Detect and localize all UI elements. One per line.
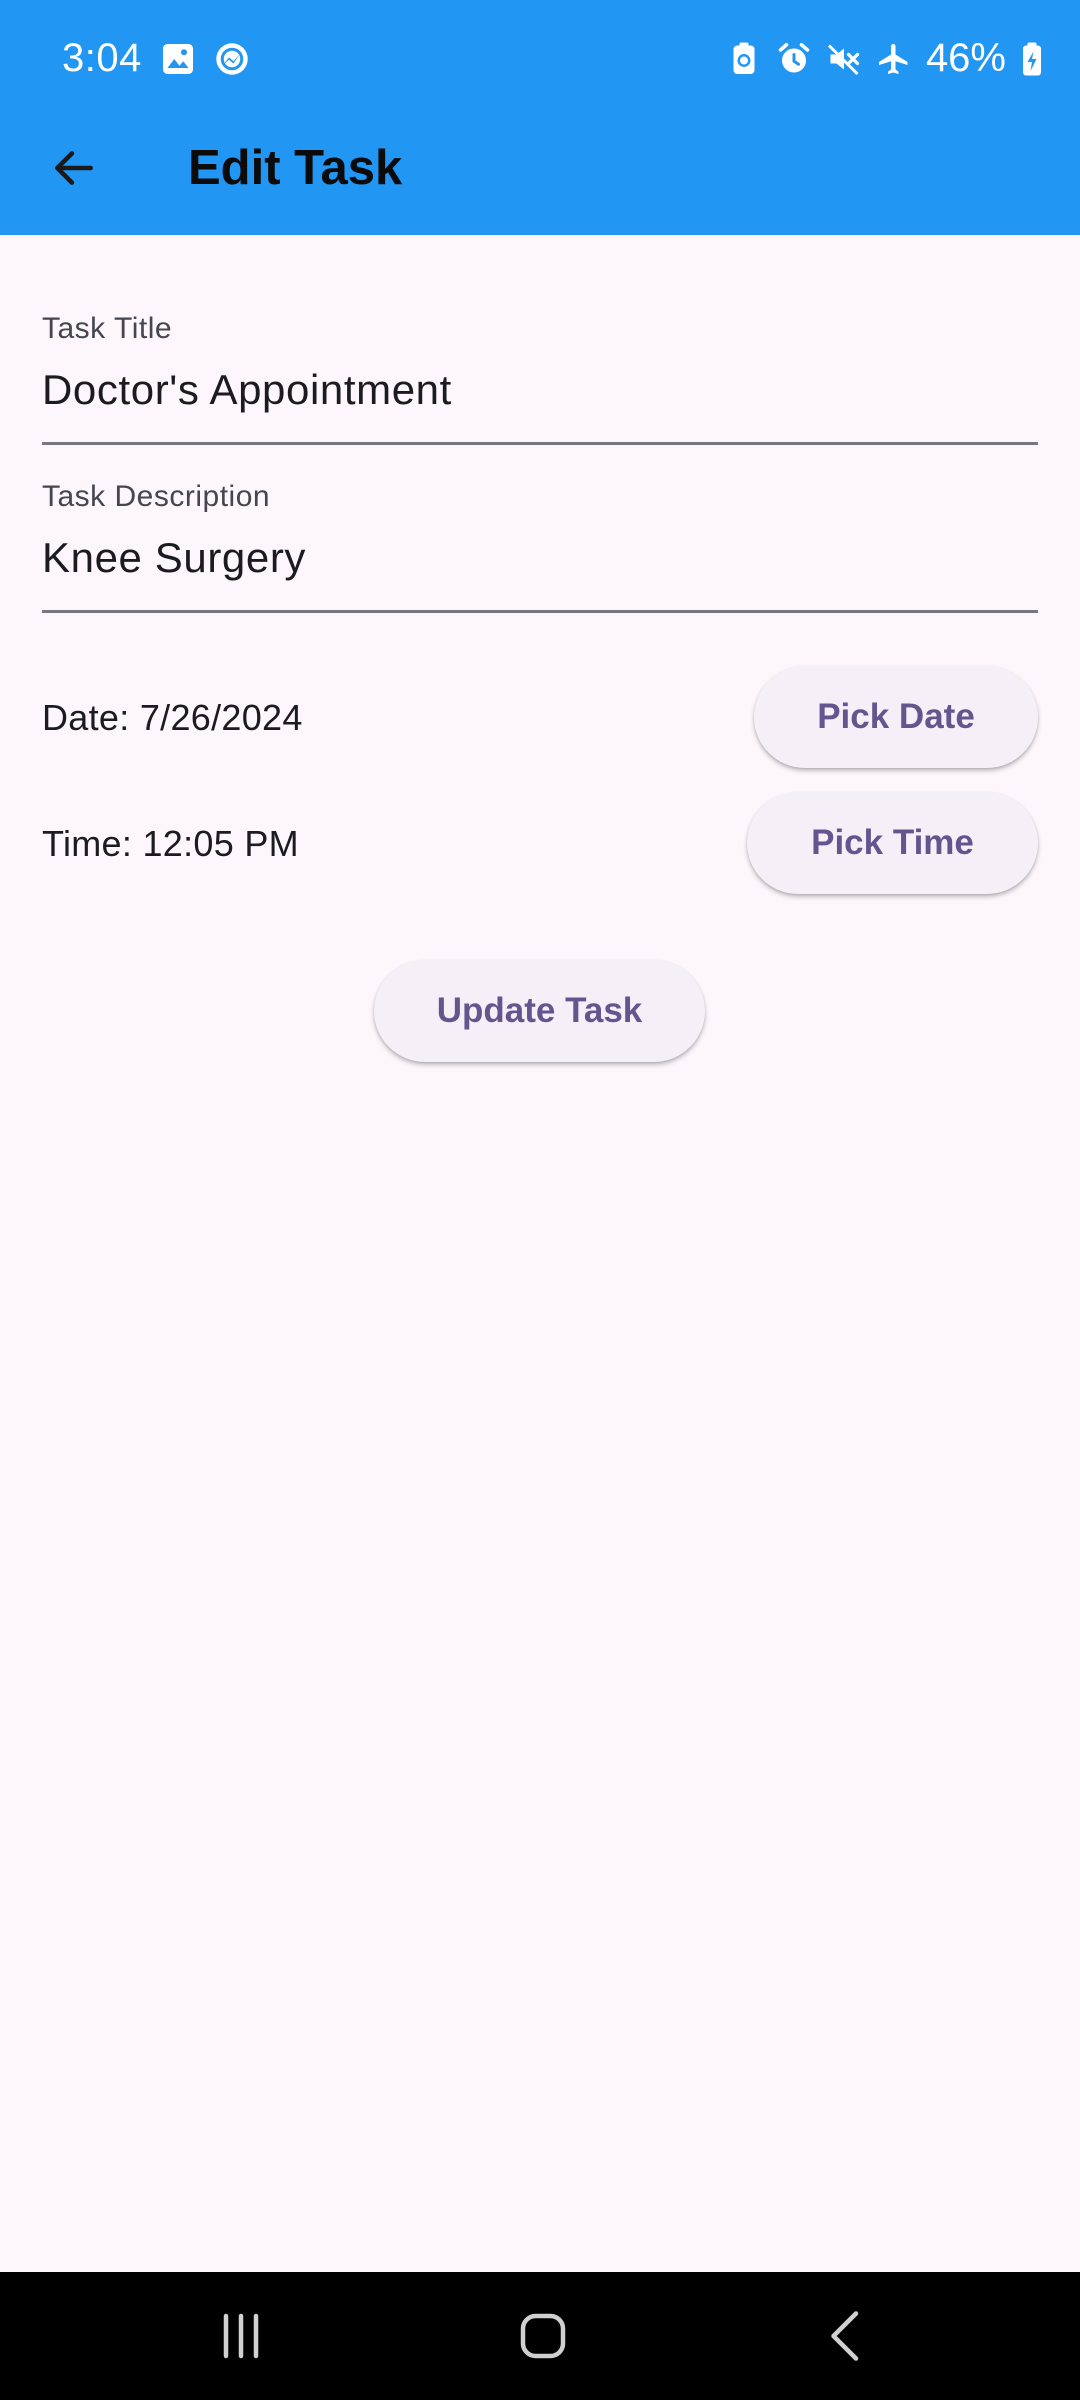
task-description-field[interactable]: Task Description bbox=[42, 480, 1038, 615]
messenger-icon bbox=[214, 41, 250, 77]
mute-icon bbox=[826, 41, 862, 77]
task-title-label: Task Title bbox=[42, 312, 173, 345]
back-icon bbox=[831, 2311, 859, 2361]
task-description-underline bbox=[42, 610, 1038, 613]
back-button[interactable] bbox=[40, 134, 108, 202]
page-title: Edit Task bbox=[188, 141, 403, 195]
app-bar: Edit Task bbox=[0, 120, 1080, 235]
status-time: 3:04 bbox=[62, 36, 142, 80]
recents-button[interactable] bbox=[191, 2296, 291, 2376]
airplane-icon bbox=[876, 41, 912, 77]
time-text: Time: 12:05 PM bbox=[42, 823, 299, 864]
system-nav-bar bbox=[0, 2272, 1080, 2400]
alarm-icon bbox=[776, 41, 812, 77]
system-back-button[interactable] bbox=[796, 2296, 896, 2376]
status-left: 3:04 bbox=[62, 36, 250, 81]
top-bar: 3:04 46% Edit Task bbox=[0, 0, 1080, 235]
pick-date-button[interactable]: Pick Date bbox=[754, 666, 1038, 768]
status-right: 46% bbox=[726, 36, 1044, 81]
recents-icon bbox=[223, 2313, 259, 2359]
task-description-input[interactable] bbox=[42, 528, 1038, 588]
edit-task-screen: 3:04 46% Edit Task Task Title Doctor's A… bbox=[0, 0, 1080, 2400]
gallery-icon bbox=[160, 41, 196, 77]
date-text: Date: 7/26/2024 bbox=[42, 697, 303, 738]
arrow-left-icon bbox=[55, 151, 93, 185]
task-title-input[interactable] bbox=[42, 360, 1038, 420]
task-description-label: Task Description bbox=[42, 480, 271, 513]
status-bar: 3:04 46% bbox=[0, 0, 1080, 120]
battery-icon bbox=[1020, 41, 1044, 77]
update-task-button[interactable]: Update Task bbox=[374, 960, 705, 1062]
pick-time-button[interactable]: Pick Time bbox=[747, 792, 1038, 894]
battery-saver-icon bbox=[726, 41, 762, 77]
home-button[interactable] bbox=[493, 2296, 593, 2376]
battery-percent: 46% bbox=[925, 36, 1006, 80]
home-icon bbox=[520, 2313, 566, 2359]
task-title-field[interactable]: Task Title bbox=[42, 312, 1038, 447]
task-title-underline bbox=[42, 442, 1038, 445]
